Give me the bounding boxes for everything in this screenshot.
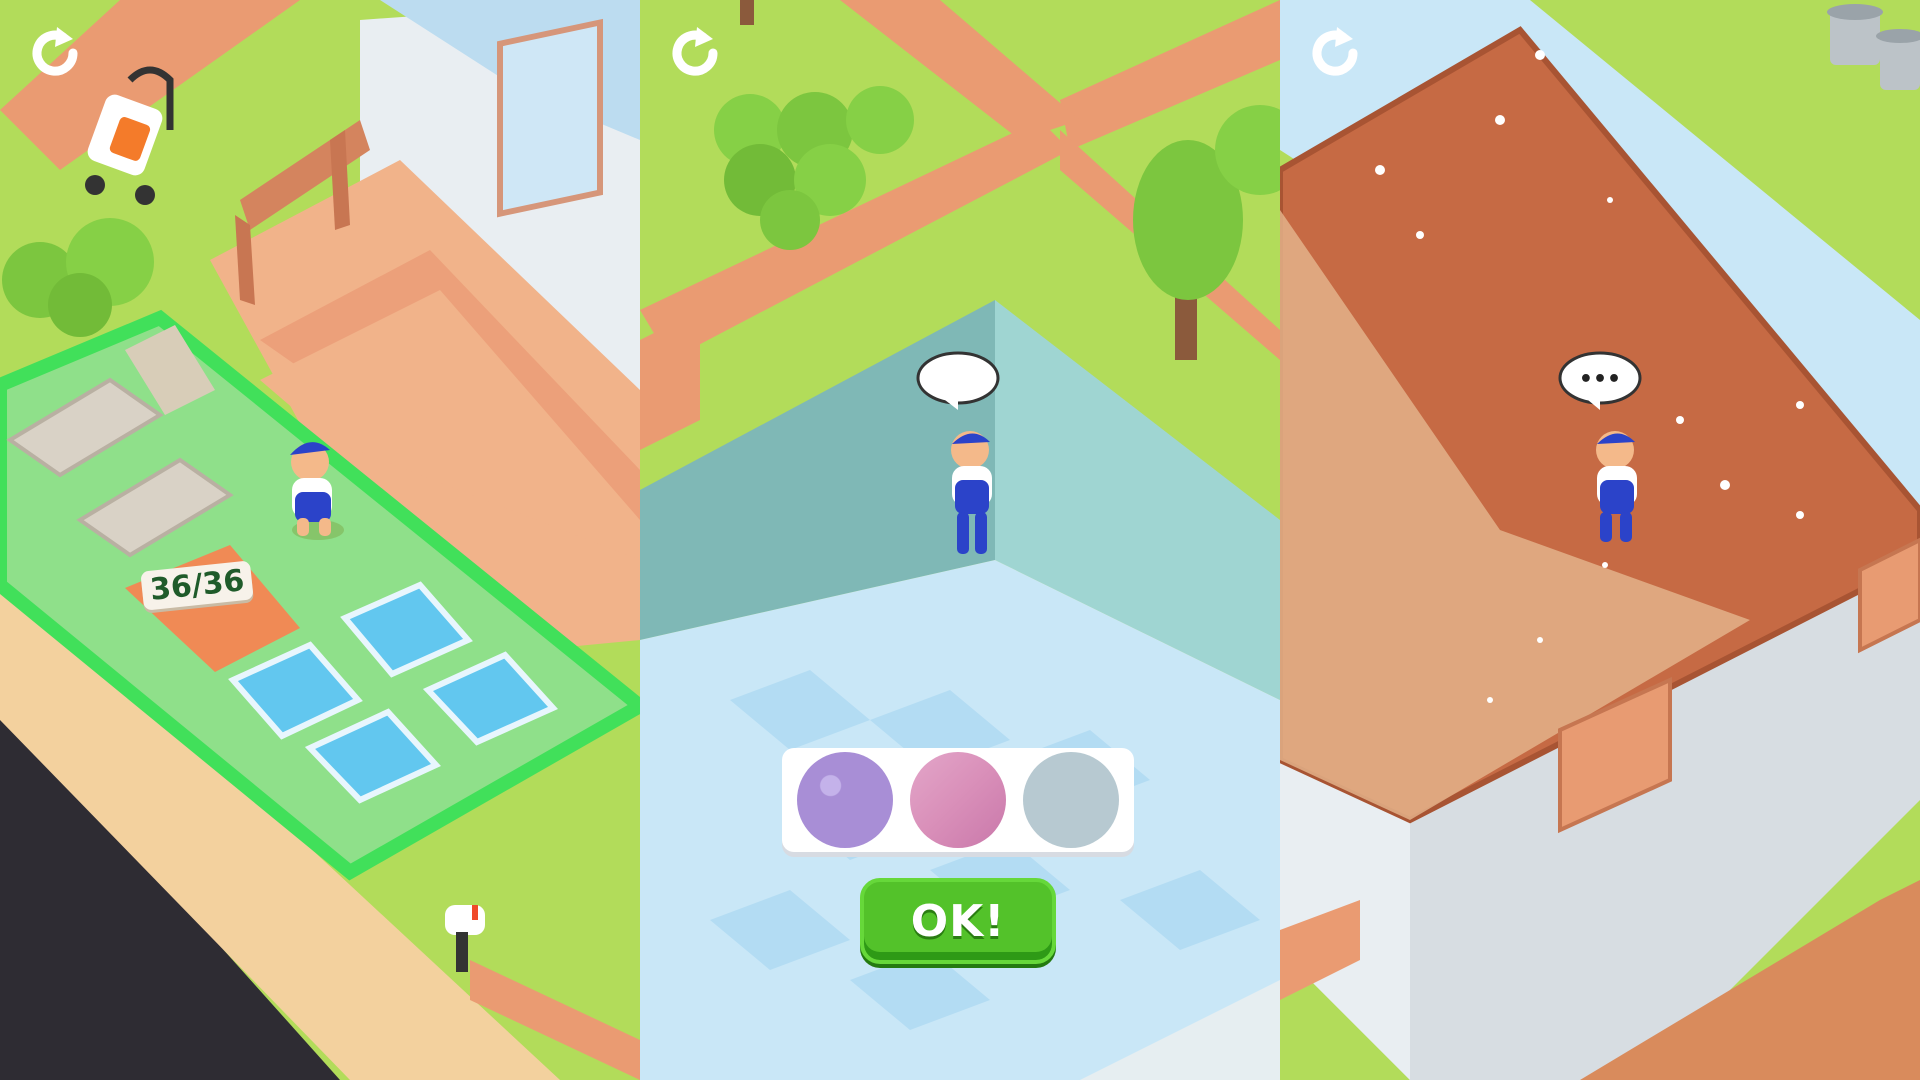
restart-button[interactable] — [1300, 18, 1370, 88]
yard-panel: 36/36 — [0, 0, 640, 1080]
restart-button[interactable] — [20, 18, 90, 88]
yard-scene — [0, 0, 640, 1080]
restart-icon — [1312, 27, 1358, 76]
swatch-pink-marble[interactable] — [909, 752, 1006, 848]
roof-scene: ••• — [1280, 0, 1920, 1080]
swatch-light-blue-gray[interactable] — [1023, 752, 1120, 848]
speech-bubble-text: ••• — [1579, 367, 1621, 392]
restart-button[interactable] — [660, 18, 730, 88]
pool-panel: OK! — [640, 0, 1280, 1080]
roof-panel: ••• — [1280, 0, 1920, 1080]
restart-icon — [672, 27, 718, 76]
ok-button[interactable]: OK! — [860, 878, 1056, 964]
swatch-purple-spotted[interactable] — [796, 752, 893, 848]
restart-icon — [32, 27, 78, 76]
tile-swatch-picker — [782, 748, 1134, 852]
